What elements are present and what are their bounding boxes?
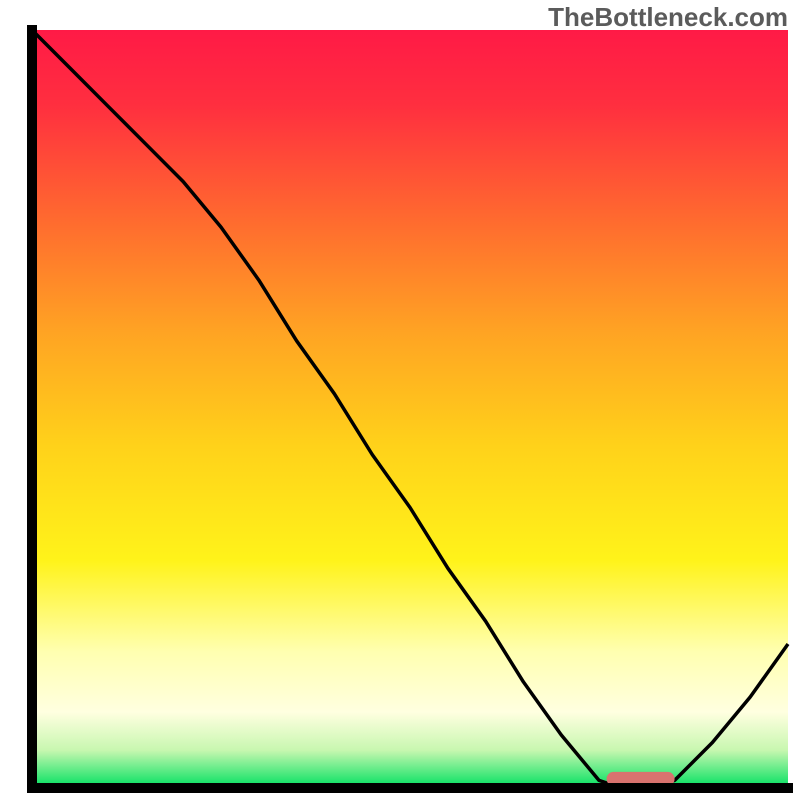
chart-svg: [0, 0, 800, 800]
bottleneck-chart: TheBottleneck.com: [0, 0, 800, 800]
watermark-text: TheBottleneck.com: [548, 2, 788, 33]
